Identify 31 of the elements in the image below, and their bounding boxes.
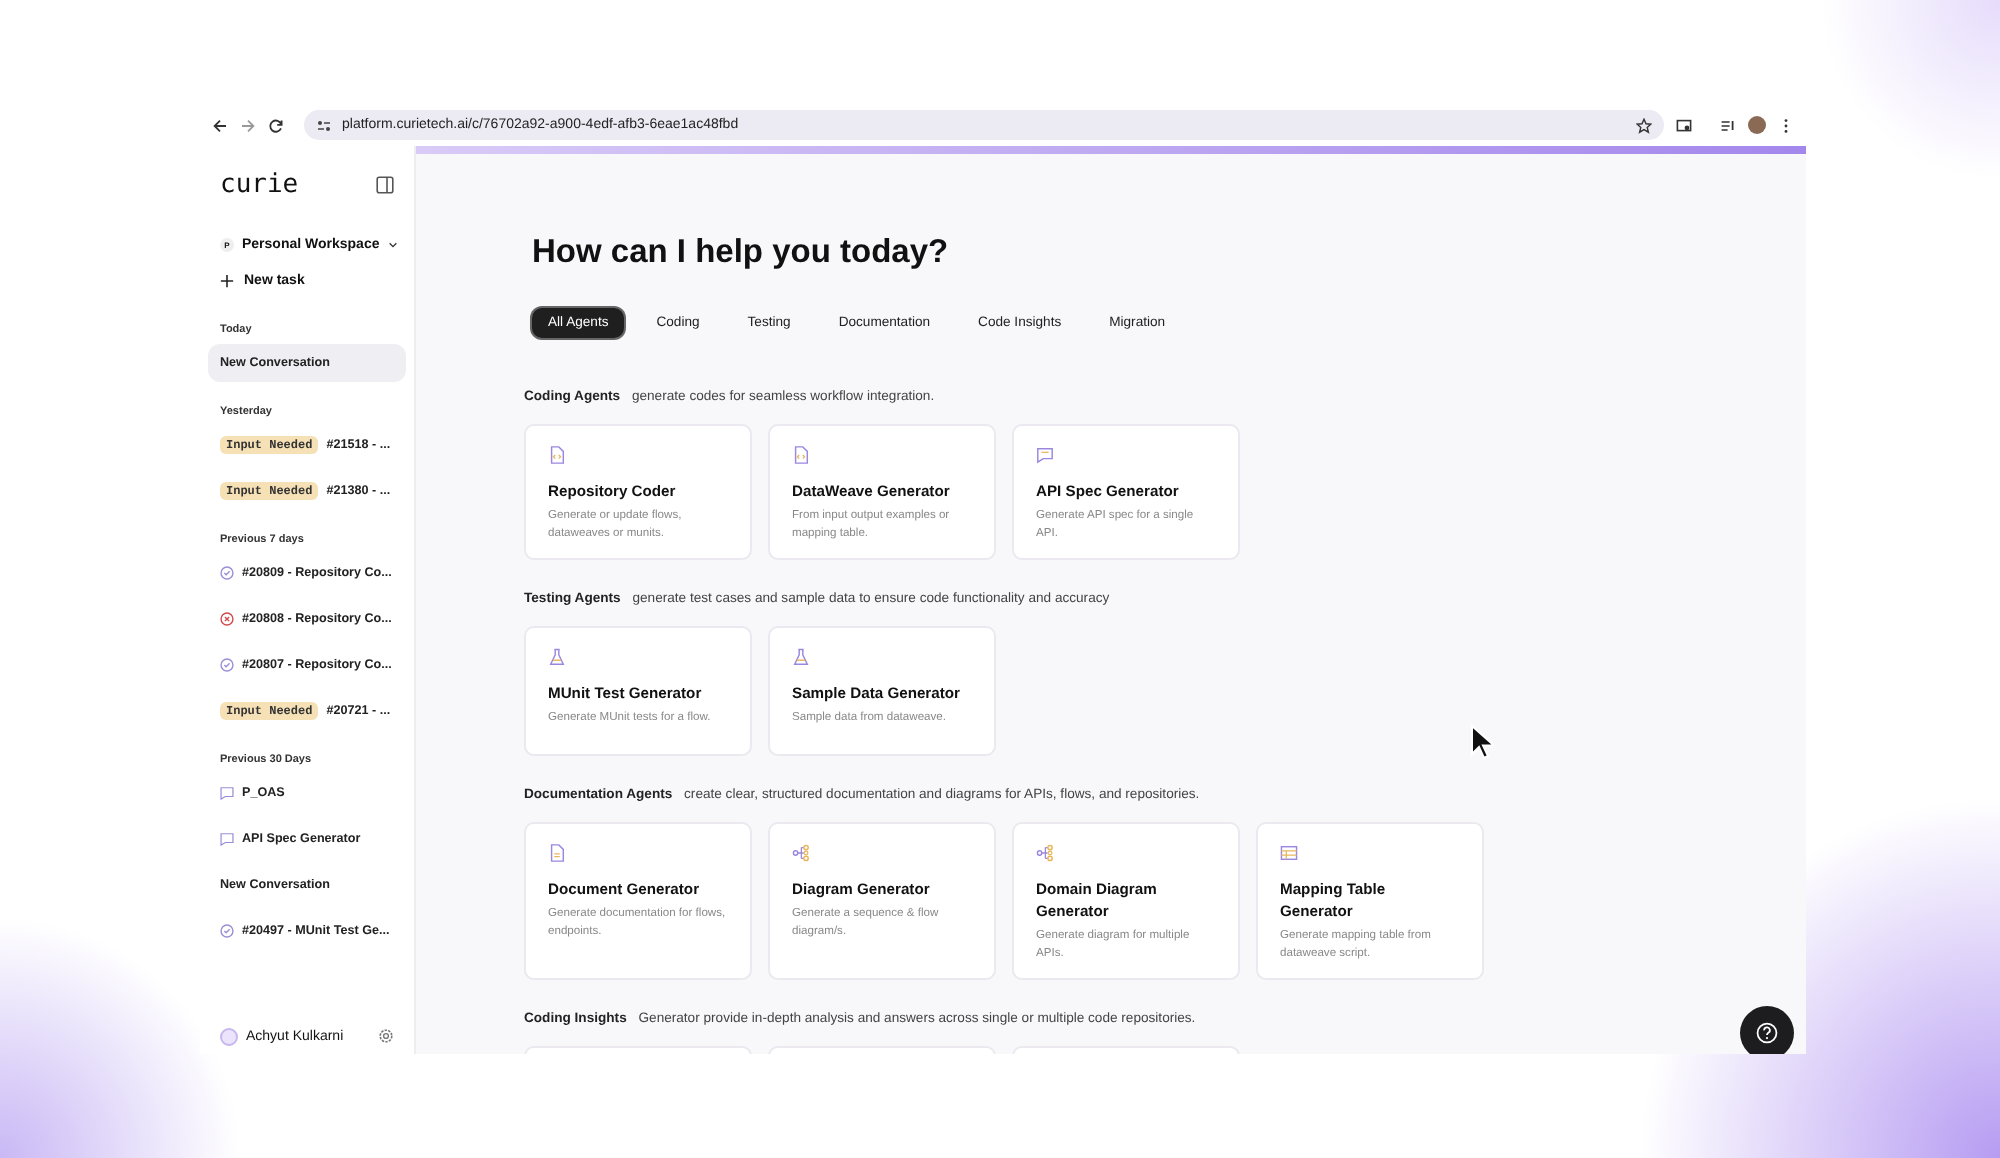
media-icon[interactable] bbox=[1720, 117, 1736, 133]
back-icon[interactable] bbox=[212, 117, 228, 133]
forward-icon[interactable] bbox=[240, 117, 256, 133]
site-settings-icon[interactable] bbox=[316, 117, 332, 133]
check-circle-icon bbox=[220, 566, 234, 580]
flask-icon bbox=[548, 648, 566, 666]
logo: curie bbox=[220, 169, 299, 199]
profile-avatar[interactable] bbox=[1748, 116, 1766, 134]
page-title: How can I help you today? bbox=[532, 234, 951, 272]
cast-icon[interactable] bbox=[1676, 117, 1692, 133]
code-file-icon bbox=[792, 446, 810, 464]
star-icon[interactable] bbox=[1636, 117, 1652, 133]
diagram-icon bbox=[1036, 844, 1054, 862]
error-circle-icon bbox=[220, 612, 234, 626]
check-circle-icon bbox=[220, 924, 234, 938]
mouse-pointer-icon bbox=[1470, 724, 1494, 760]
plus-icon bbox=[220, 274, 234, 288]
chat-icon bbox=[220, 832, 234, 846]
settings-icon[interactable] bbox=[378, 1028, 394, 1044]
flask-icon bbox=[792, 648, 810, 666]
reload-icon[interactable] bbox=[268, 117, 284, 133]
diagram-icon bbox=[792, 844, 810, 862]
table-icon bbox=[1280, 844, 1298, 862]
check-circle-icon bbox=[220, 658, 234, 672]
code-file-icon bbox=[548, 446, 566, 464]
chevron-down-icon[interactable] bbox=[387, 240, 398, 250]
chat-icon bbox=[1036, 446, 1054, 464]
chat-icon bbox=[220, 786, 234, 800]
sidebar-toggle-icon[interactable] bbox=[376, 175, 394, 193]
help-icon bbox=[1756, 1022, 1778, 1044]
document-icon bbox=[548, 844, 566, 862]
